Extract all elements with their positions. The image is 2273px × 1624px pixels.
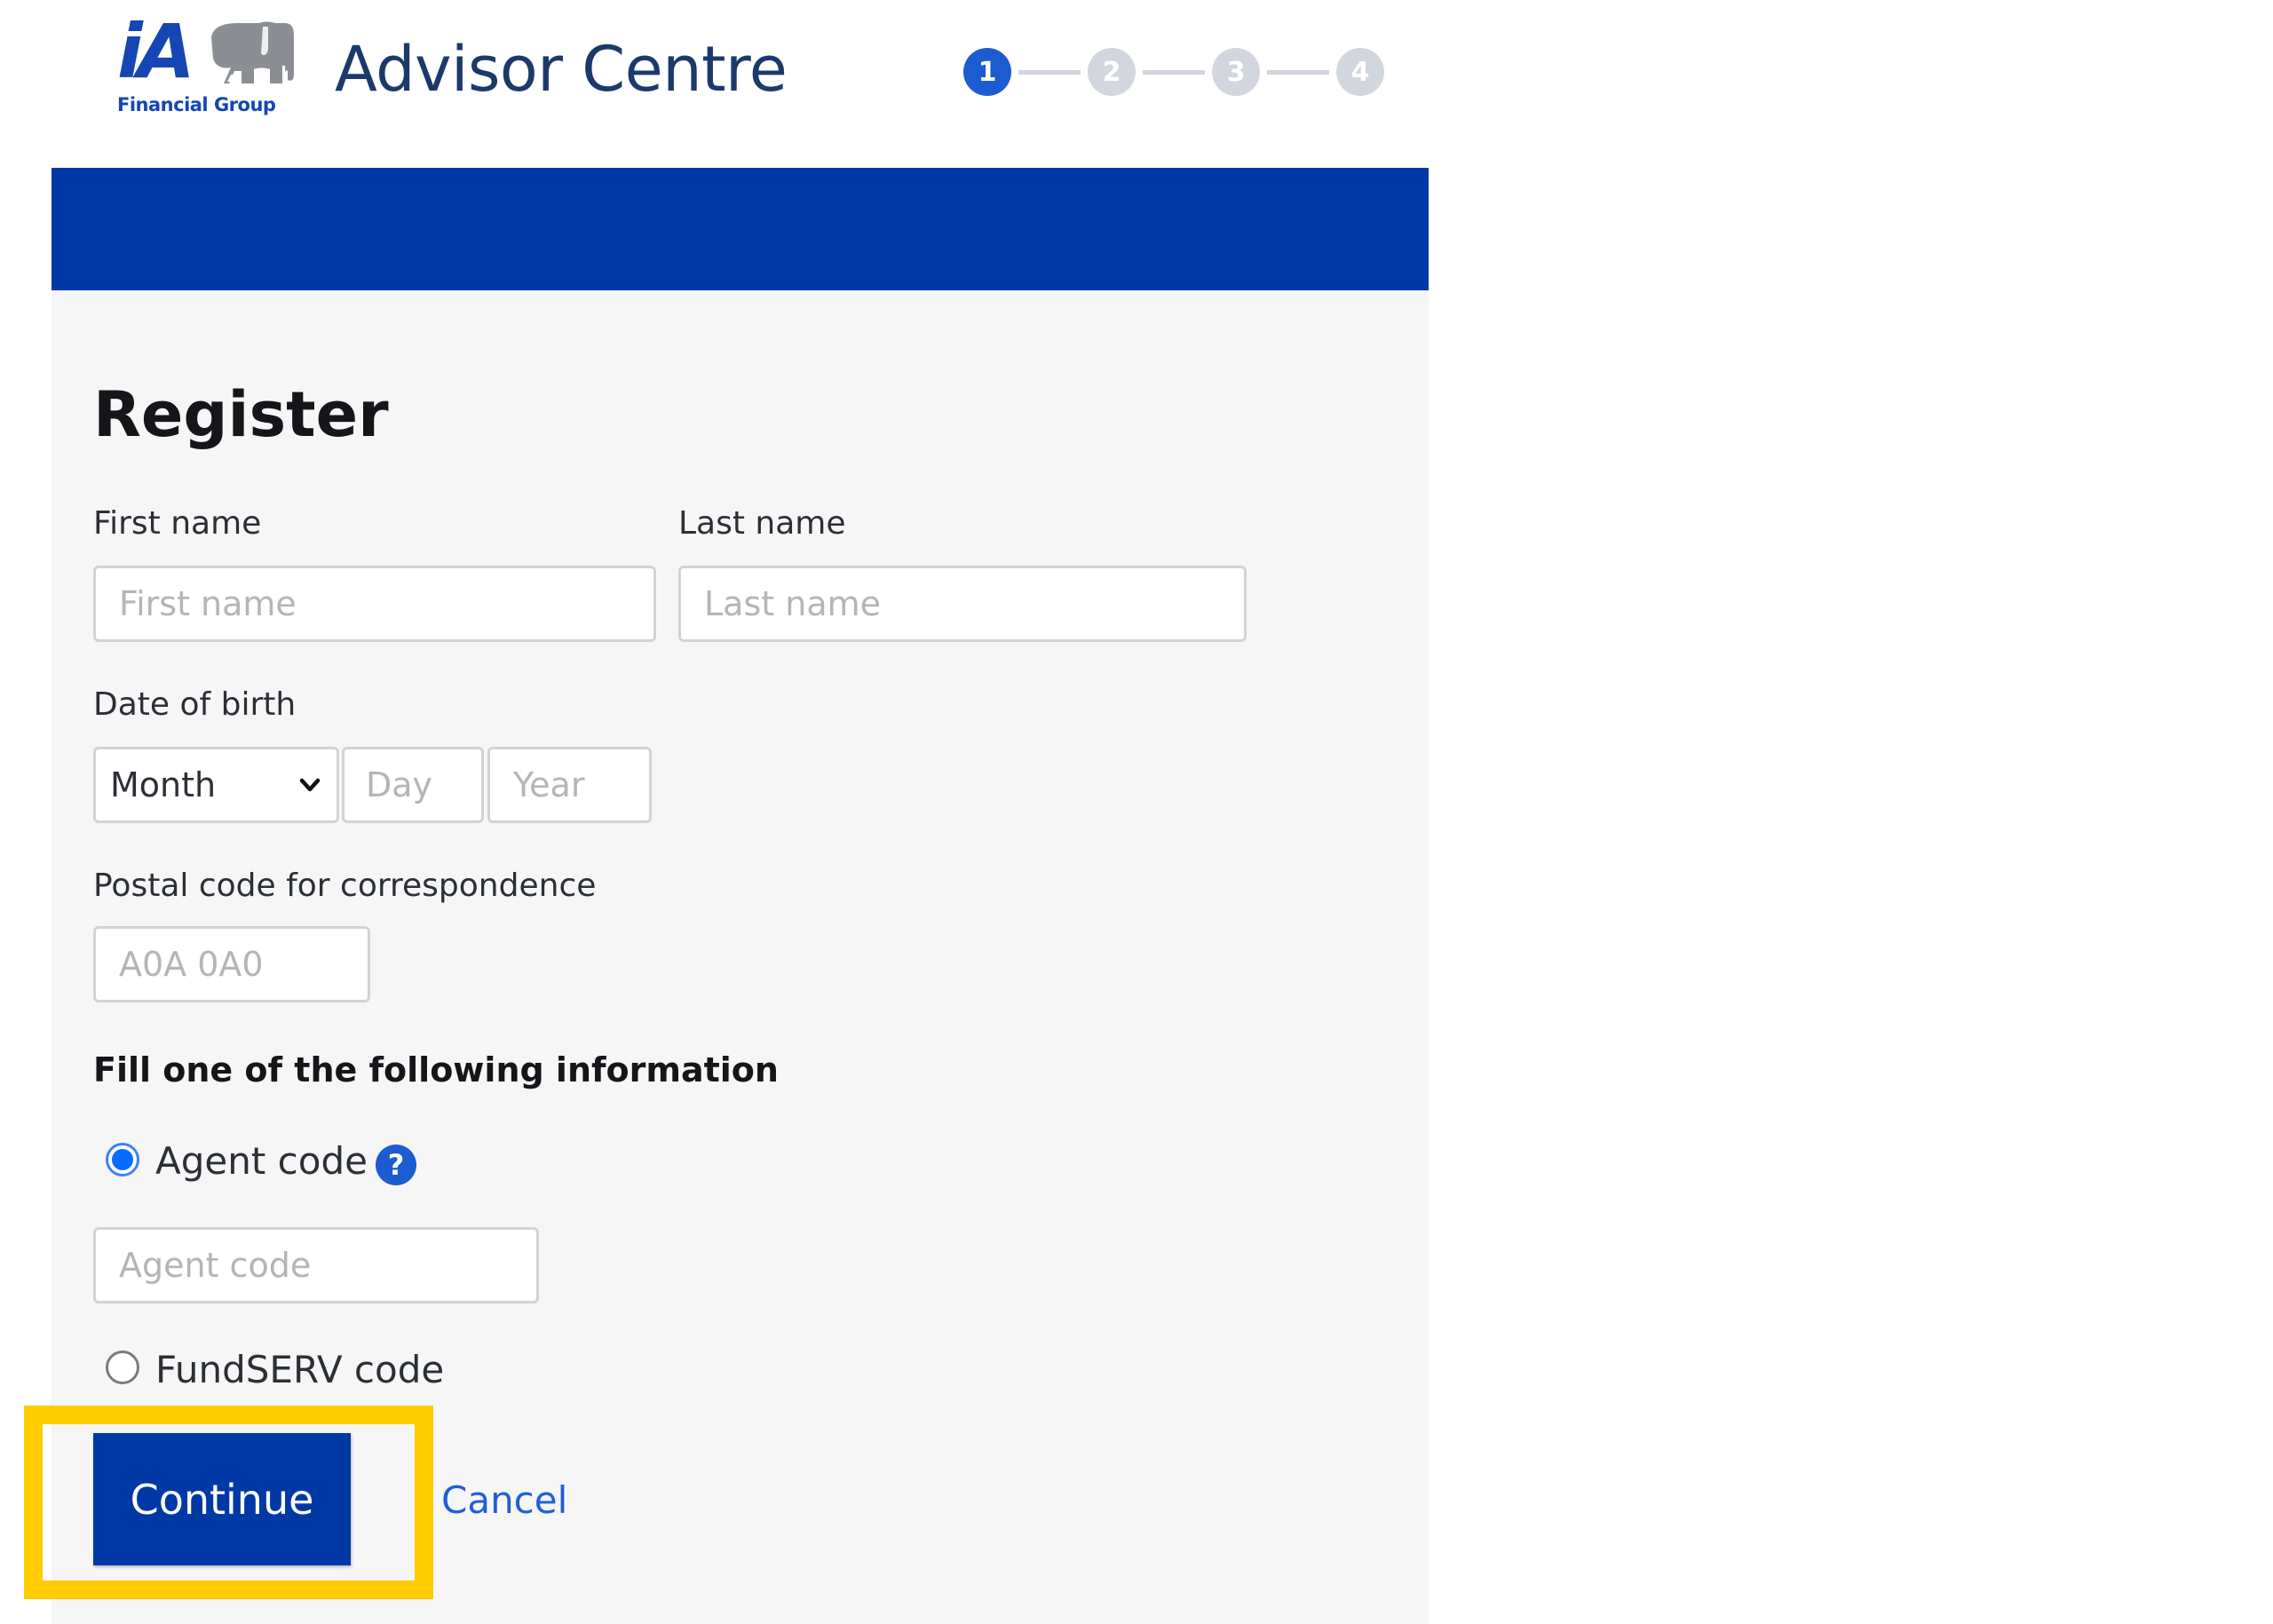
year-input[interactable] xyxy=(487,747,652,823)
continue-button[interactable]: Continue xyxy=(93,1433,351,1565)
postal-code-label: Postal code for correspondence xyxy=(93,867,597,904)
step-2: 2 xyxy=(1088,48,1136,96)
identifier-section-title: Fill one of the following information xyxy=(93,1050,779,1089)
chevron-down-icon xyxy=(299,778,321,792)
page-title: Register xyxy=(93,378,389,451)
blue-banner xyxy=(51,168,1429,290)
help-icon[interactable]: ? xyxy=(376,1145,416,1185)
step-connector xyxy=(1143,69,1205,75)
agent-code-input[interactable] xyxy=(93,1227,539,1303)
cancel-link[interactable]: Cancel xyxy=(441,1476,567,1525)
first-name-input[interactable] xyxy=(93,566,656,642)
day-input[interactable] xyxy=(342,747,484,823)
fundserv-code-radio-label[interactable]: FundSERV code xyxy=(155,1348,444,1392)
progress-stepper: 1 2 3 4 xyxy=(963,48,1384,96)
last-name-input[interactable] xyxy=(678,566,1247,642)
app-title: Advisor Centre xyxy=(335,33,788,106)
step-connector xyxy=(1267,69,1329,75)
agent-code-radio[interactable] xyxy=(106,1143,139,1176)
postal-code-input[interactable] xyxy=(93,926,370,1002)
first-name-label: First name xyxy=(93,505,262,542)
ia-financial-group-logo[interactable]: iA Financial Group xyxy=(107,8,302,118)
step-4: 4 xyxy=(1336,48,1384,96)
elephant-logo-icon xyxy=(211,21,294,83)
logo-subtitle: Financial Group xyxy=(117,94,276,115)
last-name-label: Last name xyxy=(678,505,846,542)
agent-code-radio-label[interactable]: Agent code xyxy=(155,1139,368,1184)
step-connector xyxy=(1018,69,1081,75)
logo-mark: iA xyxy=(117,8,195,95)
step-1: 1 xyxy=(963,48,1011,96)
date-of-birth-label: Date of birth xyxy=(93,686,297,723)
month-select-value: Month xyxy=(110,765,217,804)
step-3: 3 xyxy=(1212,48,1260,96)
month-select[interactable]: Month xyxy=(93,747,339,823)
fundserv-code-radio[interactable] xyxy=(106,1351,139,1384)
